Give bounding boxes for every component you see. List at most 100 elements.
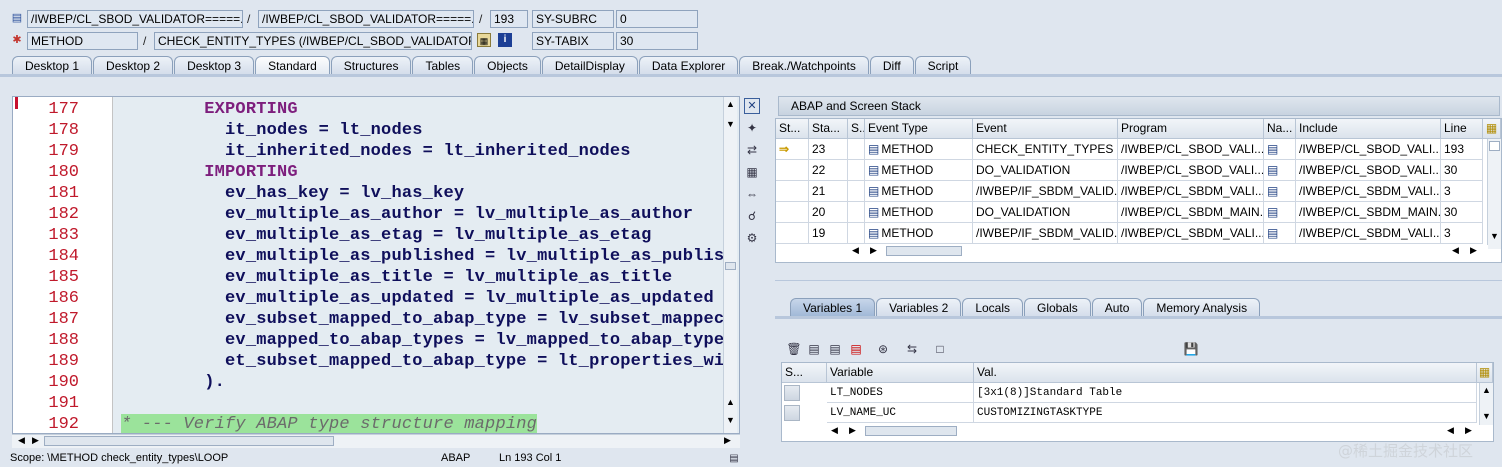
- layout-settings-icon[interactable]: ▦: [1477, 363, 1493, 383]
- tab-structures[interactable]: Structures: [330, 56, 412, 75]
- stack-vertical-scrollbar[interactable]: ▼: [1487, 139, 1501, 249]
- navigate-icon[interactable]: ▤: [1267, 142, 1278, 156]
- event-type-field[interactable]: METHOD: [27, 32, 138, 50]
- variable-name[interactable]: LV_NAME_UC: [827, 403, 974, 423]
- variables-grid[interactable]: S... Variable Val. ▦ LT_NODES [3x1(8)]Standar…: [781, 362, 1494, 442]
- editor-vertical-scrollbar[interactable]: ▲ ▼ ▲ ▼: [723, 97, 737, 433]
- tab-variables-1[interactable]: Variables 1: [790, 298, 876, 317]
- event-name-field[interactable]: CHECK_ENTITY_TYPES (/IWBEP/CL_SBOD_VALID…: [154, 32, 472, 50]
- tab-desktop-1[interactable]: Desktop 1: [12, 56, 93, 75]
- stack-event-name[interactable]: /IWBEP/IF_SBDM_VALID...: [973, 181, 1118, 202]
- source-code-editor[interactable]: 177 EXPORTING 178 it_nodes = lt_nodes 179 …: [12, 96, 740, 434]
- transfer-icon[interactable]: ⇆: [904, 341, 920, 357]
- stack-col-header[interactable]: Na...: [1264, 119, 1296, 139]
- stack-event-name[interactable]: CHECK_ENTITY_TYPES: [973, 139, 1118, 160]
- row-selector[interactable]: [784, 405, 800, 421]
- layout-settings-icon[interactable]: ▦: [1483, 119, 1501, 139]
- stack-include-name[interactable]: /IWBEP/CL_SBDM_VALI...: [1296, 223, 1441, 244]
- event-type-text: METHOD: [881, 142, 934, 156]
- stack-include-name[interactable]: /IWBEP/CL_SBDM_MAIN...: [1296, 202, 1441, 223]
- new-tool-icon[interactable]: ✦: [744, 120, 760, 136]
- settings-icon[interactable]: ⚙: [744, 230, 760, 246]
- stack-event-name[interactable]: DO_VALIDATION: [973, 202, 1118, 223]
- stack-col-header[interactable]: Line: [1441, 119, 1483, 139]
- sy-subrc-value[interactable]: 0: [616, 10, 698, 28]
- save-icon[interactable]: 💾: [1183, 341, 1199, 357]
- stack-horizontal-scrollbar[interactable]: ◀ ▶ ◀ ▶: [848, 245, 1488, 259]
- tab-desktop-3[interactable]: Desktop 3: [174, 56, 255, 75]
- stack-program-name[interactable]: /IWBEP/CL_SBOD_VALI...: [1118, 160, 1264, 181]
- tab-desktop-2[interactable]: Desktop 2: [93, 56, 174, 75]
- tab-data-explorer[interactable]: Data Explorer: [638, 56, 739, 75]
- stack-stack-level: 19: [809, 223, 848, 244]
- insert-row-icon[interactable]: ▤: [806, 341, 822, 357]
- display-object-icon[interactable]: ▦: [477, 33, 491, 47]
- variable-name[interactable]: LT_NODES: [827, 383, 974, 403]
- tab-script[interactable]: Script: [914, 56, 972, 75]
- navigate-icon[interactable]: ▤: [1267, 226, 1278, 240]
- info-icon[interactable]: i: [498, 33, 512, 47]
- variables-horizontal-scrollbar[interactable]: ◀ ▶ ◀ ▶: [827, 425, 1479, 439]
- delete-row-icon[interactable]: ▤: [848, 341, 864, 357]
- main-program-field[interactable]: /IWBEP/CL_SBOD_VALIDATOR=====...: [27, 10, 243, 28]
- tabbar-line: [0, 74, 1502, 77]
- watermark: @稀土掘金技术社区: [1338, 442, 1474, 460]
- tab-break-watchpoints[interactable]: Break./Watchpoints: [739, 56, 869, 75]
- stack-col-header[interactable]: St...: [776, 119, 809, 139]
- stack-program-name[interactable]: /IWBEP/CL_SBDM_VALI...: [1118, 223, 1264, 244]
- stack-program-name[interactable]: /IWBEP/CL_SBDM_VALI...: [1118, 181, 1264, 202]
- nav-icon[interactable]: □: [932, 341, 948, 357]
- navigate-icon[interactable]: ▤: [1267, 163, 1278, 177]
- maximize-icon[interactable]: ▦: [744, 164, 760, 180]
- stack-col-header[interactable]: Event: [973, 119, 1118, 139]
- tab-diff[interactable]: Diff: [869, 56, 914, 75]
- tab-tables[interactable]: Tables: [412, 56, 474, 75]
- row-selector[interactable]: [784, 385, 800, 401]
- append-row-icon[interactable]: ▤: [827, 341, 843, 357]
- editor-horizontal-scrollbar[interactable]: ◀ ▶ ▶: [12, 434, 740, 448]
- stack-event-name[interactable]: /IWBEP/IF_SBDM_VALID...: [973, 223, 1118, 244]
- include-field[interactable]: /IWBEP/CL_SBOD_VALIDATOR=====...: [258, 10, 474, 28]
- stack-event-name[interactable]: DO_VALIDATION: [973, 160, 1118, 181]
- line-number-field[interactable]: 193: [490, 10, 528, 28]
- separator: /: [247, 12, 251, 26]
- swap-tool-icon[interactable]: ⇄: [744, 142, 760, 158]
- close-icon[interactable]: ✕: [744, 98, 760, 114]
- tab-variables-2[interactable]: Variables 2: [876, 298, 962, 317]
- stack-col-header[interactable]: Include: [1296, 119, 1441, 139]
- stack-col-header[interactable]: Event Type: [865, 119, 973, 139]
- stack-col-header[interactable]: S...: [848, 119, 865, 139]
- tab-locals[interactable]: Locals: [962, 298, 1023, 317]
- sy-tabix-value[interactable]: 30: [616, 32, 698, 50]
- tab-objects[interactable]: Objects: [474, 56, 541, 75]
- delete-icon[interactable]: 🗑: [786, 341, 802, 357]
- variable-value[interactable]: CUSTOMIZINGTASKTYPE: [974, 403, 1477, 423]
- stack-include-name[interactable]: /IWBEP/CL_SBDM_VALI...: [1296, 181, 1441, 202]
- stack-include-name[interactable]: /IWBEP/CL_SBOD_VALI...: [1296, 160, 1441, 181]
- stack-col-header[interactable]: Sta...: [809, 119, 848, 139]
- stack-include-name[interactable]: /IWBEP/CL_SBOD_VALI...: [1296, 139, 1441, 160]
- stack-current-marker: [776, 181, 809, 202]
- stack-grid[interactable]: St...Sta...S...Event TypeEventProgramNa.…: [775, 118, 1502, 263]
- tab-standard[interactable]: Standard: [255, 56, 330, 75]
- tab-globals[interactable]: Globals: [1024, 298, 1091, 317]
- tab-detaildisplay[interactable]: DetailDisplay: [541, 56, 638, 75]
- stack-program-name[interactable]: /IWBEP/CL_SBDM_MAIN...: [1118, 202, 1264, 223]
- stack-stack-level: 22: [809, 160, 848, 181]
- stack-program-name[interactable]: /IWBEP/CL_SBOD_VALI...: [1118, 139, 1264, 160]
- code-line: 185 ev_multiple_as_title = lv_multiple_a…: [13, 267, 733, 288]
- navigate-icon[interactable]: ▤: [1267, 205, 1278, 219]
- stack-nav-cell: ▤: [1264, 139, 1296, 160]
- variables-vertical-scrollbar[interactable]: ▲ ▼: [1479, 383, 1493, 425]
- tab-memory-analysis[interactable]: Memory Analysis: [1143, 298, 1261, 317]
- stack-col-header[interactable]: Program: [1118, 119, 1264, 139]
- variables-col-header[interactable]: Variable: [827, 363, 974, 383]
- services-icon[interactable]: ☌: [744, 208, 760, 224]
- tab-auto[interactable]: Auto: [1091, 298, 1143, 317]
- navigate-icon[interactable]: ▤: [1267, 184, 1278, 198]
- resize-icon[interactable]: ⇔: [744, 186, 760, 202]
- variable-value[interactable]: [3x1(8)]Standard Table: [974, 383, 1477, 403]
- variables-col-header[interactable]: S...: [782, 363, 827, 383]
- variables-col-header[interactable]: Val.: [974, 363, 1477, 383]
- hierarchy-icon[interactable]: ⊛: [875, 341, 891, 357]
